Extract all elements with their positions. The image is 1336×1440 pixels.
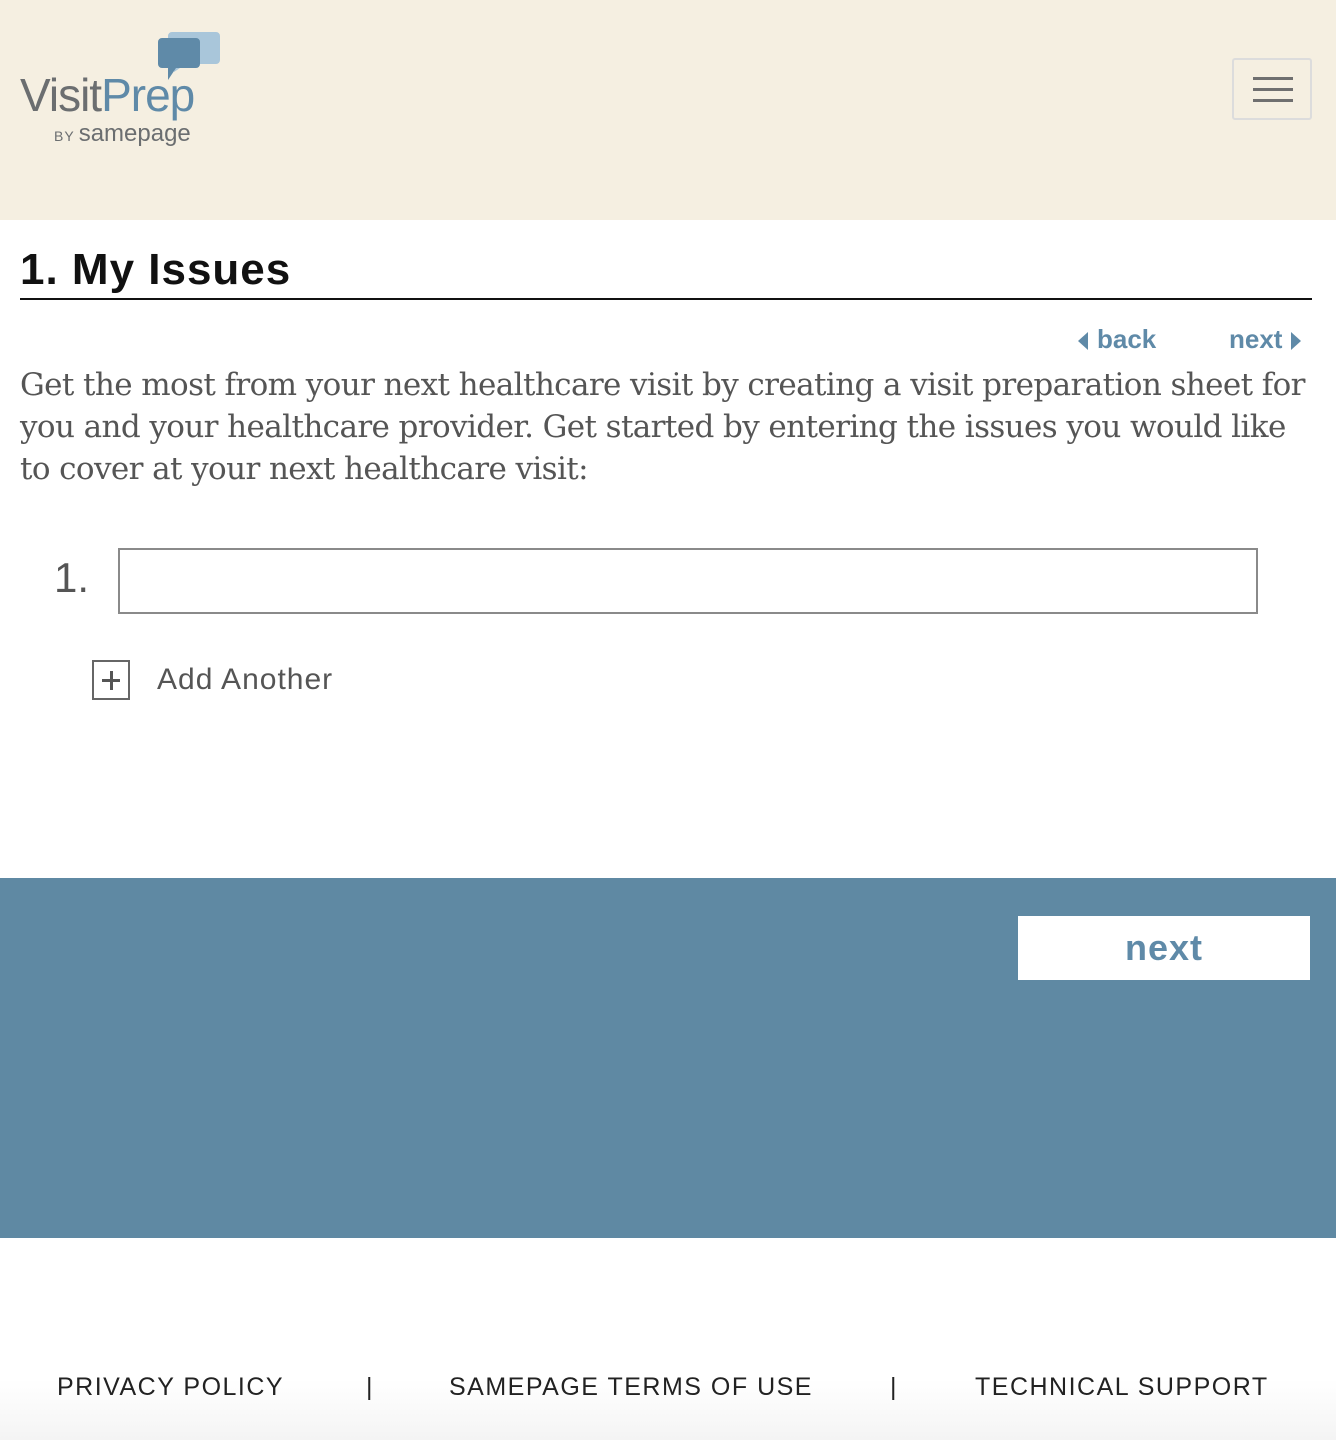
hamburger-menu-button[interactable] bbox=[1232, 58, 1312, 120]
visitprep-logo[interactable]: VisitPrep BY samepage bbox=[20, 28, 240, 158]
back-link-label: back bbox=[1097, 324, 1157, 354]
caret-left-icon bbox=[1078, 332, 1088, 350]
intro-text: Get the most from your next healthcare v… bbox=[20, 367, 1305, 487]
next-link-label: next bbox=[1229, 324, 1283, 354]
logo-visit-text: Visit bbox=[20, 69, 102, 121]
issue-number: 1. bbox=[54, 554, 90, 601]
site-header: VisitPrep BY samepage bbox=[0, 0, 1336, 220]
plus-icon[interactable] bbox=[92, 660, 130, 700]
logo-byline: BY samepage bbox=[54, 122, 191, 146]
site-footer: PRIVACY POLICY | SAMEPAGE TERMS OF USE |… bbox=[0, 1238, 1336, 1440]
logo-wordmark: VisitPrep bbox=[20, 69, 195, 121]
terms-of-use-link[interactable]: SAMEPAGE TERMS OF USE bbox=[449, 1372, 813, 1402]
next-link[interactable]: next bbox=[1229, 324, 1302, 354]
privacy-policy-link[interactable]: PRIVACY POLICY bbox=[57, 1372, 284, 1402]
footer-separator: | bbox=[366, 1373, 374, 1401]
footer-separator: | bbox=[890, 1373, 898, 1401]
logo-by-text: BY bbox=[54, 128, 75, 144]
technical-support-link[interactable]: TECHNICAL SUPPORT bbox=[975, 1372, 1269, 1402]
title-divider bbox=[20, 298, 1312, 300]
page-title: 1. My Issues bbox=[20, 245, 292, 294]
logo-prep-text: Prep bbox=[101, 69, 195, 121]
caret-right-icon bbox=[1291, 332, 1302, 350]
issue-input[interactable] bbox=[118, 548, 1258, 614]
back-link[interactable]: back bbox=[1078, 324, 1156, 354]
add-another-label: Add Another bbox=[157, 663, 334, 696]
next-button[interactable]: next bbox=[1018, 916, 1310, 980]
action-band: next bbox=[0, 878, 1336, 1238]
logo-samepage-text: samepage bbox=[78, 120, 191, 147]
